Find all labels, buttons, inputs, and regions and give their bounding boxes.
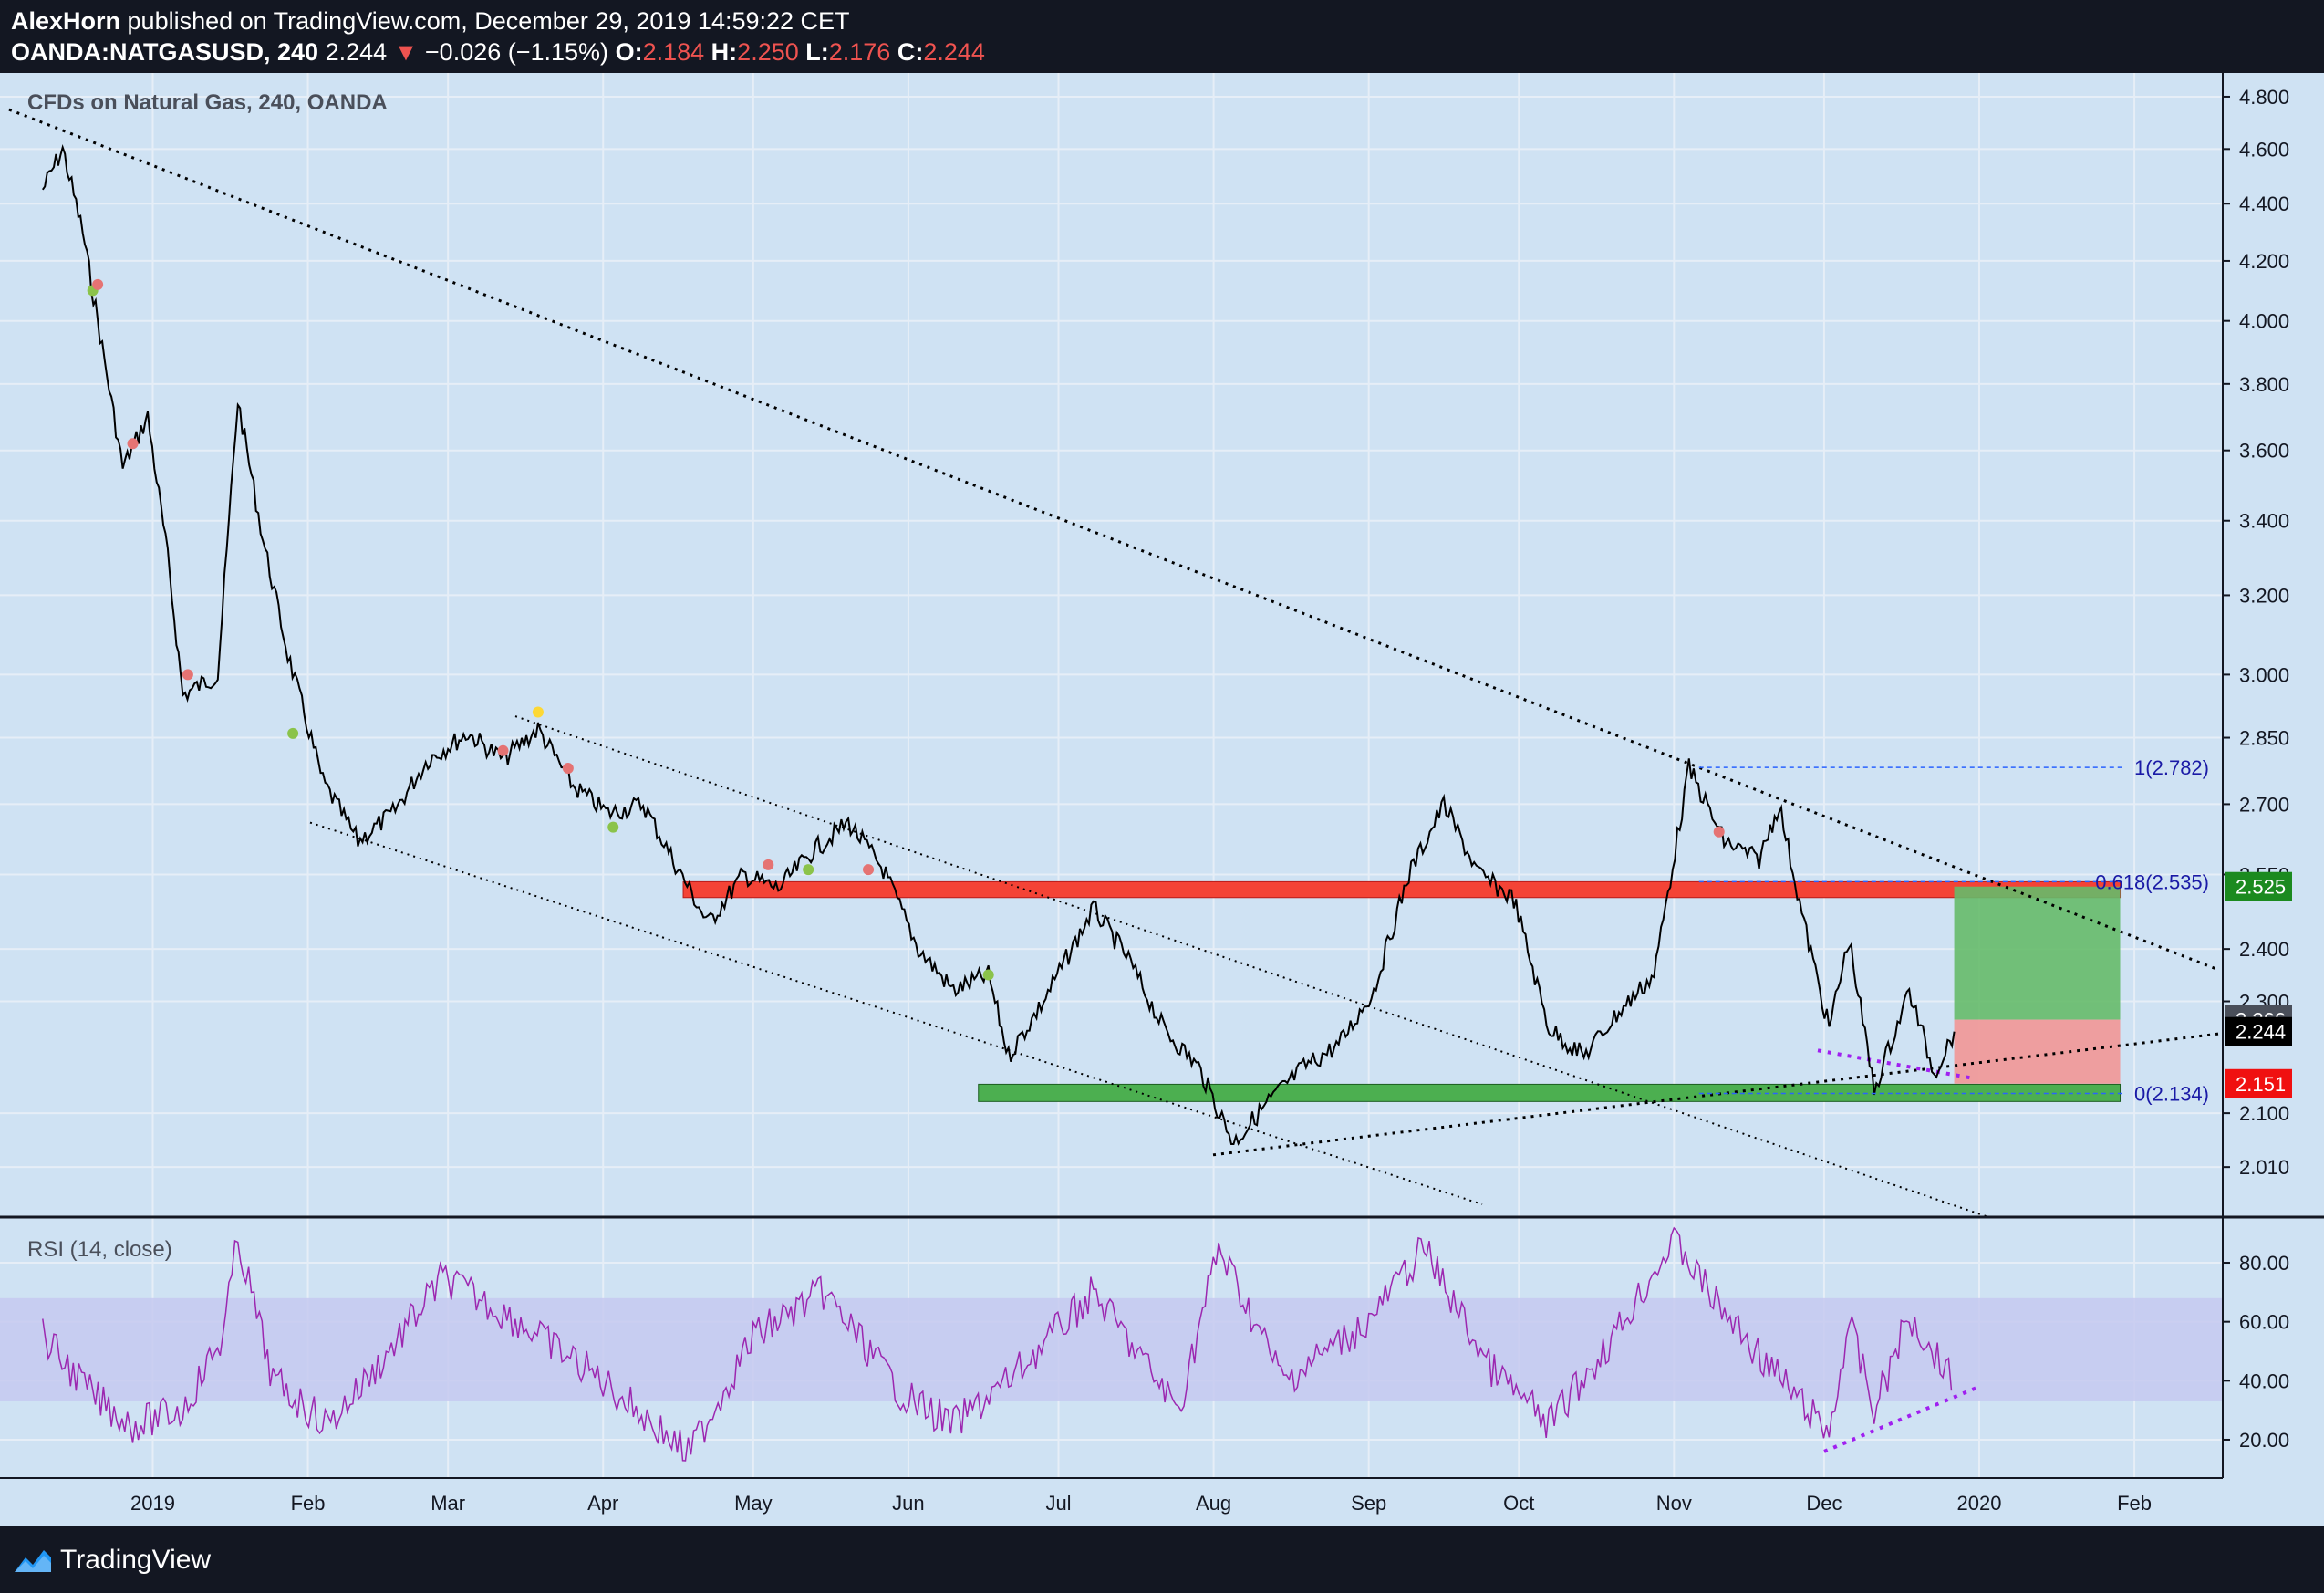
price-tick-label: 3.000 — [2239, 663, 2289, 686]
stop-zone — [1954, 1019, 2121, 1084]
price-tick-label: 4.800 — [2239, 86, 2289, 109]
signal-dot-red — [127, 438, 139, 450]
signal-dot-red — [562, 763, 574, 775]
symbol-name[interactable]: OANDA:NATGASUSD, 240 — [11, 38, 318, 66]
time-tick-label: Oct — [1503, 1492, 1534, 1515]
fib-level-label: 0.618(2.535) — [2095, 870, 2209, 893]
time-tick-label: Jul — [1045, 1492, 1071, 1515]
signal-dot-red — [92, 278, 104, 290]
close-value: 2.244 — [923, 38, 985, 66]
open-value: 2.184 — [642, 38, 705, 66]
low-value: 2.176 — [828, 38, 891, 66]
high-value: 2.250 — [737, 38, 799, 66]
price-tick-label: 2.850 — [2239, 727, 2289, 750]
rsi-band — [0, 1297, 2223, 1401]
low-label: L: — [805, 38, 829, 66]
price-tick-label: 4.600 — [2239, 138, 2289, 161]
signal-dot-green — [607, 821, 619, 833]
price-tick-label: 2.400 — [2239, 938, 2289, 961]
author-name[interactable]: AlexHorn — [11, 7, 120, 35]
price-tick-label: 4.000 — [2239, 310, 2289, 333]
price-tick-label: 4.400 — [2239, 193, 2289, 215]
open-label: O: — [615, 38, 643, 66]
price-label-text: 2.151 — [2236, 1073, 2286, 1096]
chart-header: AlexHorn published on TradingView.com, D… — [0, 0, 2324, 73]
time-tick-label: Dec — [1806, 1492, 1842, 1515]
price-tick-label: 3.800 — [2239, 373, 2289, 396]
target-zone — [1954, 886, 2121, 1020]
footer: TradingView — [0, 1526, 2324, 1593]
price-label-text: 2.244 — [2236, 1021, 2286, 1044]
signal-dot-green — [803, 864, 814, 876]
rsi-tick-label: 20.00 — [2239, 1429, 2289, 1452]
price-tick-label: 2.010 — [2239, 1156, 2289, 1179]
signal-dot-red — [182, 669, 193, 681]
symbol-line: OANDA:NATGASUSD, 240 2.244 ▼ −0.026 (−1.… — [11, 38, 985, 67]
price-label-text: 2.525 — [2236, 876, 2286, 899]
price-tick-label: 2.100 — [2239, 1102, 2289, 1125]
chart-canvas[interactable]: 1(2.782) 0.618(2.535) 0(2.134) 4.800 4.600 4… — [0, 73, 2324, 1526]
rsi-pane-title: RSI (14, close) — [27, 1237, 172, 1262]
signal-dot-red — [763, 859, 774, 870]
time-tick-label: Mar — [431, 1492, 465, 1515]
price-tick-label: 4.200 — [2239, 250, 2289, 273]
price-change: −0.026 (−1.15%) — [424, 38, 609, 66]
resistance-zone — [682, 880, 2122, 899]
signal-dot-yellow — [532, 706, 544, 718]
last-price: 2.244 — [325, 38, 388, 66]
fib-level-label: 1(2.782) — [2134, 756, 2209, 779]
time-tick-label: Sep — [1351, 1492, 1386, 1515]
publish-info: published on TradingView.com, December 2… — [120, 7, 850, 35]
rsi-tick-label: 80.00 — [2239, 1252, 2289, 1275]
fib-level-label: 0(2.134) — [2134, 1082, 2209, 1105]
time-tick-label: May — [734, 1492, 773, 1515]
signal-dot-green — [982, 969, 994, 981]
time-tick-label: Feb — [291, 1492, 326, 1515]
price-tick-label: 2.700 — [2239, 793, 2289, 816]
price-tick-label: 3.200 — [2239, 584, 2289, 607]
time-tick-label: 2019 — [130, 1492, 175, 1515]
time-tick-label: Jun — [892, 1492, 924, 1515]
signal-dot-green — [287, 727, 299, 739]
time-tick-label: 2020 — [1957, 1492, 2002, 1515]
high-label: H: — [711, 38, 738, 66]
time-tick-label: Apr — [587, 1492, 618, 1515]
price-tick-label: 3.400 — [2239, 510, 2289, 533]
down-arrow-icon: ▼ — [393, 38, 419, 66]
signal-dot-red — [863, 864, 875, 876]
brand-name[interactable]: TradingView — [60, 1545, 211, 1576]
time-tick-label: Aug — [1196, 1492, 1231, 1515]
publish-line: AlexHorn published on TradingView.com, D… — [11, 7, 850, 36]
close-label: C: — [897, 38, 924, 66]
main-pane-title: CFDs on Natural Gas, 240, OANDA — [27, 90, 388, 115]
time-tick-label: Nov — [1656, 1492, 1692, 1515]
tradingview-logo-icon[interactable] — [13, 1545, 53, 1577]
time-tick-label: Feb — [2117, 1492, 2152, 1515]
rsi-tick-label: 60.00 — [2239, 1311, 2289, 1334]
price-tick-label: 3.600 — [2239, 440, 2289, 463]
signal-dot-red — [497, 744, 509, 756]
signal-dot-red — [1713, 826, 1725, 838]
rsi-tick-label: 40.00 — [2239, 1369, 2289, 1392]
rsi-overbought-oversold-band — [0, 1297, 2223, 1401]
